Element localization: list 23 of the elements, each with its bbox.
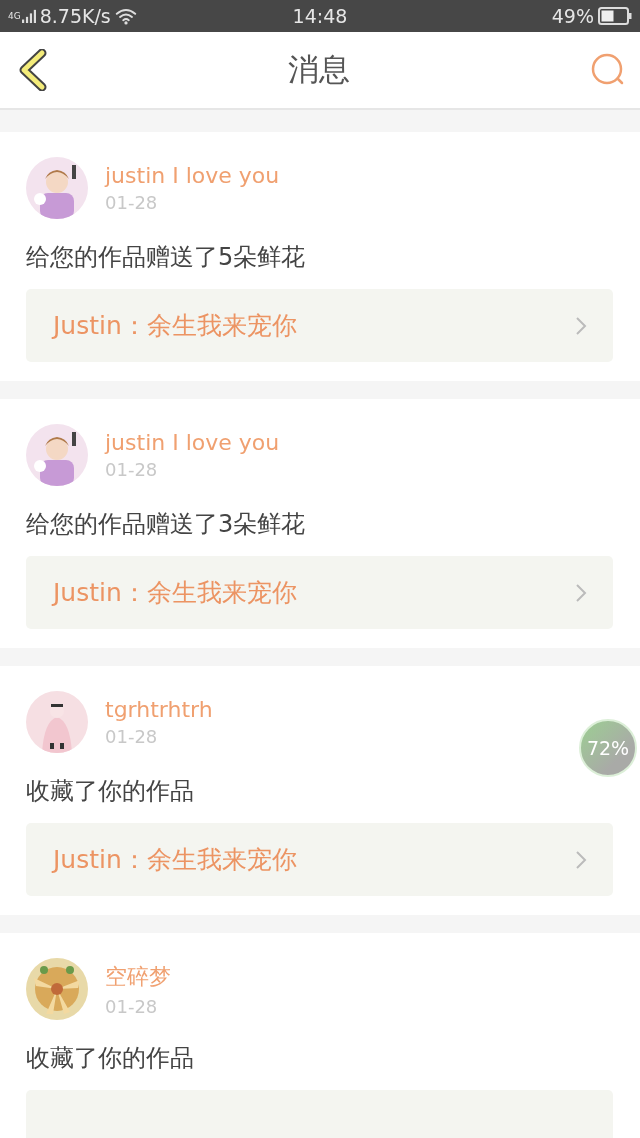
network-label: 4G xyxy=(8,11,21,21)
message-text: 给您的作品赠送了5朵鲜花 xyxy=(26,242,307,273)
page-title: 消息 xyxy=(288,50,350,89)
battery-percent: 49% xyxy=(551,5,594,27)
back-icon[interactable] xyxy=(18,49,48,91)
chevron-icon xyxy=(575,582,587,603)
clock: 14:48 xyxy=(292,5,348,27)
user-name[interactable]: tgrhtrhtrh xyxy=(105,697,213,722)
battery-icon xyxy=(598,7,632,25)
user-name[interactable]: justin I love you xyxy=(105,163,280,188)
message-text: 收藏了你的作品 xyxy=(26,776,195,807)
chevron-icon xyxy=(575,849,587,870)
work-link[interactable]: Justin：余生我来宠你 xyxy=(26,556,613,629)
work-link[interactable]: Justin：余生我来宠你 xyxy=(26,289,613,362)
work-link[interactable]: Justin：余生我来宠你 xyxy=(26,823,613,896)
network-speed: 8.75K/s xyxy=(39,5,111,27)
chevron-icon xyxy=(575,315,587,336)
message-text: 给您的作品赠送了3朵鲜花 xyxy=(26,509,307,540)
user-name[interactable]: justin I love you xyxy=(105,430,280,455)
wifi-icon xyxy=(114,7,137,25)
signal-icon xyxy=(21,9,36,23)
user-name[interactable]: 空碎梦 xyxy=(105,961,171,992)
message-text: 收藏了你的作品 xyxy=(26,1043,195,1074)
